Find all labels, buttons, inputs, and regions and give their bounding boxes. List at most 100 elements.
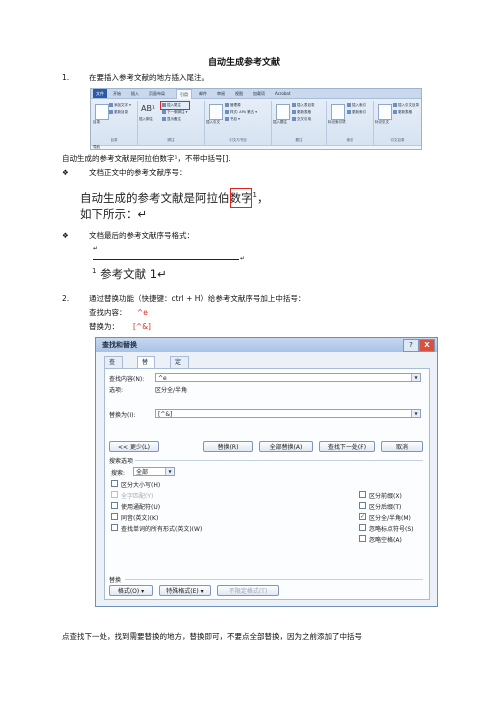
ribbon-tab-home[interactable]: 开始	[113, 89, 121, 98]
manage-sources-button[interactable]: 管理源	[225, 103, 241, 108]
ribbon-group-label: 引文目录	[390, 138, 405, 142]
search-direction-select[interactable]: 全部 ▼	[133, 467, 175, 476]
insert-caption-button[interactable]: 插入题注	[273, 120, 287, 125]
ribbon-tab-mailings[interactable]: 邮件	[199, 89, 207, 98]
step2-number: 2.	[62, 294, 70, 303]
chevron-down-icon[interactable]: ▼	[165, 468, 174, 475]
search-direction-label: 搜索:	[111, 470, 126, 477]
format-button[interactable]: 格式(O) ▾	[109, 585, 153, 596]
update-toc-button[interactable]: 更新目录	[109, 110, 128, 115]
find-next-button[interactable]: 查找下一处(F)	[319, 441, 375, 452]
excerpt-line2: 如下所示：↵	[80, 207, 148, 221]
bibliography-icon	[225, 117, 229, 121]
insert-table-of-figures-button[interactable]: 插入表目录	[292, 103, 315, 108]
checkbox-wildcards[interactable]	[111, 502, 118, 509]
checkbox-ignore-space[interactable]	[359, 535, 366, 542]
ribbon-tab-review[interactable]: 审阅	[217, 89, 225, 98]
next-footnote-icon	[162, 110, 166, 114]
manage-sources-icon	[225, 103, 229, 107]
find-content-label: 查找内容：	[89, 308, 127, 317]
update-toa-button[interactable]: 更新表格	[393, 110, 412, 115]
ribbon-group-label: 目录	[110, 138, 118, 142]
mark-entry-icon[interactable]	[331, 104, 345, 120]
insert-citation-button[interactable]: 插入引文	[206, 120, 220, 125]
insert-index-icon	[347, 103, 351, 107]
ribbon-group-toc: 目录 添加文字 ▾ 更新目录 目录	[91, 101, 138, 145]
ribbon-group-citations: 插入引文 管理源 样式: APA 第五 ▾ 书目 ▾ 引文与书目	[205, 101, 272, 145]
chevron-down-icon[interactable]: ▼	[411, 410, 420, 417]
insert-citation-icon[interactable]	[209, 104, 223, 120]
style-select[interactable]: 样式: APA 第五 ▾	[225, 110, 257, 115]
insert-index-button[interactable]: 插入索引	[347, 103, 366, 108]
insert-caption-icon[interactable]	[276, 104, 290, 120]
checkbox-match-prefix[interactable]	[359, 491, 366, 498]
ribbon-group-index: 标记索引项 插入索引 更新索引 索引	[327, 101, 374, 145]
replace-all-button[interactable]: 全部替换(A)	[259, 441, 313, 452]
options-value: 区分全/半角	[155, 387, 188, 394]
ribbon-group-label: 引文与书目	[229, 138, 247, 142]
checkbox-match-suffix[interactable]	[359, 502, 366, 509]
tab-find[interactable]: 查找(D)	[104, 356, 124, 388]
mark-citation-button[interactable]: 标记引文	[375, 120, 389, 125]
add-text-button[interactable]: 添加文字 ▾	[109, 103, 131, 108]
checkbox-match-width[interactable]: ✓	[359, 513, 366, 520]
ribbon-tab-acrobat[interactable]: Acrobat	[275, 89, 290, 98]
step2-text: 通过替换功能（快捷键：ctrl + H）给参考文献序号加上中括号：	[89, 294, 306, 303]
special-button[interactable]: 特殊格式(E) ▾	[159, 585, 211, 596]
checkbox-all-word-forms[interactable]	[111, 524, 118, 531]
divider	[125, 579, 423, 580]
close-button[interactable]: X	[419, 339, 435, 352]
checkbox-label: 区分前缀(X)	[369, 493, 402, 500]
cancel-button[interactable]: 取消	[381, 441, 423, 452]
dialog-panel: 查找内容(N): ^e ▼ 选项: 区分全/半角 替换为(I): [^&] ▼ <<…	[104, 368, 430, 600]
paragraph-intro: 自动生成的参考文献是阿拉伯数字¹，不带中括号[].	[62, 154, 231, 163]
checkbox-label: 忽略标点符号(S)	[369, 526, 414, 533]
bibliography-button[interactable]: 书目 ▾	[225, 117, 240, 122]
style-icon	[225, 110, 229, 114]
find-replace-dialog: 查找和替换 ? X 查找(D) 替换(P) 定位(G) 查找内容(N): ^e▼…	[95, 337, 438, 607]
checkbox-sounds-like[interactable]	[111, 513, 118, 520]
less-button[interactable]: << 更少(L)	[109, 441, 159, 452]
footnote-ab-icon: AB¹	[141, 104, 156, 113]
ribbon-tab-layout[interactable]: 页面布局	[149, 89, 165, 98]
superscript-highlight-box	[230, 188, 252, 208]
replace-button[interactable]: 替换(R)	[203, 441, 253, 452]
help-button[interactable]: ?	[403, 339, 419, 352]
replace-with-input[interactable]: [^&] ▼	[155, 409, 421, 418]
find-content-value: ^e	[137, 308, 148, 317]
chevron-down-icon[interactable]: ▼	[411, 374, 420, 381]
checkbox-ignore-punctuation[interactable]	[359, 524, 366, 531]
toc-icon[interactable]	[95, 104, 109, 120]
options-label: 选项:	[109, 387, 124, 394]
update-table-button[interactable]: 更新表格	[292, 110, 311, 115]
replace-with-field-label: 替换为(I):	[109, 412, 136, 419]
mark-citation-icon[interactable]	[378, 104, 392, 120]
show-notes-button[interactable]: 显示备注	[162, 117, 181, 122]
replace-with-label: 替换为：	[89, 322, 119, 331]
excerpt2-rule-mark: ↵	[240, 255, 246, 262]
footnote-separator-line	[93, 259, 239, 260]
excerpt2-mark: ↵	[93, 245, 99, 252]
tab-goto[interactable]: 定位(G)	[170, 356, 190, 388]
insert-toa-button[interactable]: 插入引文目录	[393, 103, 419, 108]
dialog-title-bar: 查找和替换 ? X	[96, 338, 437, 352]
checkbox-label: 查找单词的所有形式(英文)(W)	[121, 526, 203, 533]
ribbon-tab-bar: 文件 开始 插入 页面布局 引用 邮件 审阅 视图 加载项 Acrobat	[91, 89, 421, 99]
ribbon-tab-insert[interactable]: 插入	[131, 89, 139, 98]
checkbox-label: 同音(英文)(K)	[121, 515, 159, 522]
update-index-button[interactable]: 更新索引	[347, 110, 366, 115]
mark-entry-button[interactable]: 标记索引项	[328, 120, 346, 125]
cross-reference-button[interactable]: 交叉引用	[292, 117, 311, 122]
ribbon-tab-view[interactable]: 视图	[235, 89, 243, 98]
replace-with-value: [^&]	[133, 322, 151, 331]
checkbox-match-case[interactable]	[111, 480, 118, 487]
table-of-figures-icon	[292, 103, 296, 107]
ribbon-tab-file[interactable]: 文件	[93, 89, 107, 98]
insert-footnote-button[interactable]: 插入脚注	[139, 117, 153, 122]
next-footnote-button[interactable]: 下一条脚注 ▾	[162, 110, 187, 115]
ribbon-tab-references[interactable]: 引用	[176, 89, 192, 99]
step1-text: 在要插入参考文献的地方插入尾注。	[89, 73, 209, 82]
find-what-input[interactable]: ^e ▼	[155, 373, 421, 382]
checkbox-label: 使用通配符(U)	[121, 504, 161, 511]
ribbon-tab-addins[interactable]: 加载项	[253, 89, 265, 98]
